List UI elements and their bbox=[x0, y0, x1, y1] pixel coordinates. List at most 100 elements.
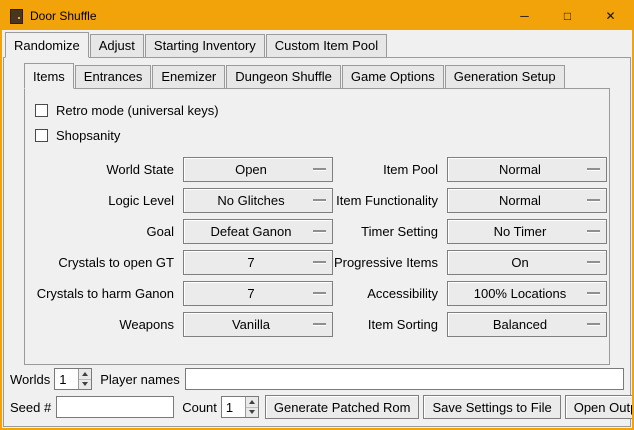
tab-generation-setup[interactable]: Generation Setup bbox=[445, 65, 565, 88]
randomize-pane: Items Entrances Enemizer Dungeon Shuffle… bbox=[3, 57, 631, 427]
dropdown-value: No Glitches bbox=[217, 193, 298, 208]
dropdown-indicator-icon bbox=[313, 230, 326, 232]
tab-randomize[interactable]: Randomize bbox=[5, 32, 89, 58]
tab-game-options[interactable]: Game Options bbox=[342, 65, 444, 88]
worlds-row: Worlds 1 Player names bbox=[10, 368, 624, 390]
tab-starting-inventory[interactable]: Starting Inventory bbox=[145, 34, 265, 57]
tab-dungeon-shuffle[interactable]: Dungeon Shuffle bbox=[226, 65, 341, 88]
items-pane: Retro mode (universal keys) Shopsanity W… bbox=[24, 88, 610, 365]
open-output-directory-button[interactable]: Open Output Directory bbox=[565, 395, 634, 419]
settings-grid: World State Open Logic Level No Glitches bbox=[25, 154, 609, 340]
dropdown-world-state[interactable]: Open bbox=[183, 157, 333, 182]
field-label: World State bbox=[33, 162, 183, 177]
retro-mode-checkbox[interactable]: Retro mode (universal keys) bbox=[35, 98, 609, 123]
spin-down-icon[interactable] bbox=[79, 379, 91, 390]
settings-column-right: Item Pool Normal Item Functionality Norm… bbox=[333, 154, 607, 340]
checkbox-box-icon bbox=[35, 129, 48, 142]
window-body: Randomize Adjust Starting Inventory Cust… bbox=[2, 30, 632, 428]
seed-label: Seed # bbox=[10, 400, 51, 415]
field-progressive-items: Progressive Items On bbox=[333, 247, 607, 278]
checkbox-box-icon bbox=[35, 104, 48, 117]
dropdown-logic-level[interactable]: No Glitches bbox=[183, 188, 333, 213]
maximize-button[interactable]: □ bbox=[546, 2, 589, 30]
dropdown-value: Open bbox=[235, 162, 281, 177]
field-label: Logic Level bbox=[33, 193, 183, 208]
dropdown-progressive-items[interactable]: On bbox=[447, 250, 607, 275]
dropdown-item-functionality[interactable]: Normal bbox=[447, 188, 607, 213]
dropdown-crystals-open-gt[interactable]: 7 bbox=[183, 250, 333, 275]
dropdown-indicator-icon bbox=[587, 168, 600, 170]
dropdown-indicator-icon bbox=[313, 168, 326, 170]
save-settings-button[interactable]: Save Settings to File bbox=[423, 395, 560, 419]
generate-patched-rom-button[interactable]: Generate Patched Rom bbox=[265, 395, 420, 419]
spinbox-arrows bbox=[245, 397, 258, 417]
field-label: Accessibility bbox=[333, 286, 447, 301]
titlebar: Door Shuffle ─ □ ✕ bbox=[2, 2, 632, 30]
player-names-label: Player names bbox=[100, 372, 179, 387]
app-icon bbox=[10, 9, 23, 24]
dropdown-indicator-icon bbox=[587, 261, 600, 263]
tab-items[interactable]: Items bbox=[24, 63, 74, 89]
checkbox-label: Retro mode (universal keys) bbox=[56, 103, 219, 118]
player-names-input[interactable] bbox=[185, 368, 624, 390]
dropdown-value: 7 bbox=[247, 255, 268, 270]
worlds-spinbox[interactable]: 1 bbox=[54, 368, 92, 390]
field-label: Goal bbox=[33, 224, 183, 239]
dropdown-indicator-icon bbox=[587, 230, 600, 232]
worlds-label: Worlds bbox=[10, 372, 50, 387]
shopsanity-checkbox[interactable]: Shopsanity bbox=[35, 123, 609, 148]
field-label: Crystals to harm Ganon bbox=[33, 286, 183, 301]
dropdown-goal[interactable]: Defeat Ganon bbox=[183, 219, 333, 244]
bottom-bar: Worlds 1 Player names Seed # Count bbox=[4, 365, 630, 426]
spin-up-icon[interactable] bbox=[79, 369, 91, 379]
field-accessibility: Accessibility 100% Locations bbox=[333, 278, 607, 309]
checkbox-label: Shopsanity bbox=[56, 128, 120, 143]
tab-enemizer[interactable]: Enemizer bbox=[152, 65, 225, 88]
tab-adjust[interactable]: Adjust bbox=[90, 34, 144, 57]
tab-custom-item-pool[interactable]: Custom Item Pool bbox=[266, 34, 387, 57]
door-knob-icon bbox=[18, 17, 20, 19]
field-weapons: Weapons Vanilla bbox=[33, 309, 333, 340]
dropdown-value: Balanced bbox=[493, 317, 561, 332]
dropdown-accessibility[interactable]: 100% Locations bbox=[447, 281, 607, 306]
close-button[interactable]: ✕ bbox=[589, 2, 632, 30]
dropdown-indicator-icon bbox=[313, 292, 326, 294]
dropdown-value: 100% Locations bbox=[474, 286, 581, 301]
dropdown-value: Defeat Ganon bbox=[211, 224, 306, 239]
count-label: Count bbox=[182, 400, 217, 415]
field-item-functionality: Item Functionality Normal bbox=[333, 185, 607, 216]
settings-column-left: World State Open Logic Level No Glitches bbox=[33, 154, 333, 340]
count-spinbox[interactable]: 1 bbox=[221, 396, 259, 418]
window-title: Door Shuffle bbox=[30, 9, 97, 23]
tab-entrances[interactable]: Entrances bbox=[75, 65, 152, 88]
inner-tab-bar: Items Entrances Enemizer Dungeon Shuffle… bbox=[24, 63, 630, 88]
spinbox-value: 1 bbox=[55, 369, 78, 389]
dropdown-value: Normal bbox=[499, 162, 555, 177]
field-timer-setting: Timer Setting No Timer bbox=[333, 216, 607, 247]
dropdown-item-pool[interactable]: Normal bbox=[447, 157, 607, 182]
field-label: Crystals to open GT bbox=[33, 255, 183, 270]
field-label: Item Pool bbox=[333, 162, 447, 177]
dropdown-weapons[interactable]: Vanilla bbox=[183, 312, 333, 337]
dropdown-timer-setting[interactable]: No Timer bbox=[447, 219, 607, 244]
field-logic-level: Logic Level No Glitches bbox=[33, 185, 333, 216]
field-crystals-harm-ganon: Crystals to harm Ganon 7 bbox=[33, 278, 333, 309]
minimize-button[interactable]: ─ bbox=[503, 2, 546, 30]
spinbox-value: 1 bbox=[222, 397, 245, 417]
field-crystals-open-gt: Crystals to open GT 7 bbox=[33, 247, 333, 278]
field-world-state: World State Open bbox=[33, 154, 333, 185]
spin-down-icon[interactable] bbox=[246, 407, 258, 418]
dropdown-crystals-harm-ganon[interactable]: 7 bbox=[183, 281, 333, 306]
field-label: Timer Setting bbox=[333, 224, 447, 239]
spin-up-icon[interactable] bbox=[246, 397, 258, 407]
field-item-sorting: Item Sorting Balanced bbox=[333, 309, 607, 340]
field-label: Item Sorting bbox=[333, 317, 447, 332]
field-item-pool: Item Pool Normal bbox=[333, 154, 607, 185]
dropdown-indicator-icon bbox=[313, 199, 326, 201]
dropdown-value: On bbox=[511, 255, 542, 270]
outer-tab-bar: Randomize Adjust Starting Inventory Cust… bbox=[2, 30, 632, 57]
dropdown-indicator-icon bbox=[313, 261, 326, 263]
seed-input[interactable] bbox=[56, 396, 174, 418]
dropdown-item-sorting[interactable]: Balanced bbox=[447, 312, 607, 337]
dropdown-value: No Timer bbox=[494, 224, 561, 239]
